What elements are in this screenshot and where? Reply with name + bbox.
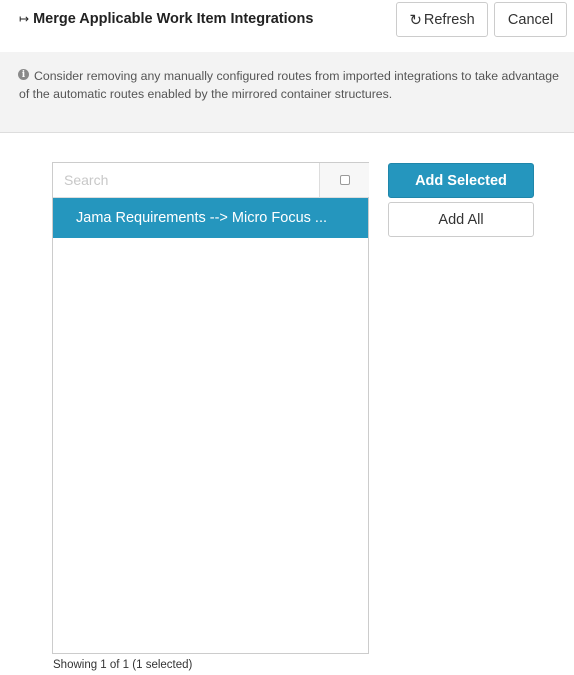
dialog-title-text: Merge Applicable Work Item Integrations: [33, 11, 314, 27]
search-row: [53, 163, 369, 198]
cancel-button[interactable]: Cancel: [494, 2, 567, 37]
add-all-button[interactable]: Add All: [388, 202, 534, 237]
dialog-title: ↦ Merge Applicable Work Item Integration…: [19, 11, 313, 27]
search-input[interactable]: [53, 163, 319, 197]
cancel-label: Cancel: [507, 11, 554, 28]
add-all-label: Add All: [438, 211, 484, 228]
select-all-cell[interactable]: [319, 163, 369, 197]
list-status: Showing 1 of 1 (1 selected): [53, 659, 193, 671]
list-item[interactable]: Jama Requirements --> Micro Focus ...: [53, 198, 368, 238]
refresh-label: Refresh: [423, 11, 475, 28]
info-notice: i Consider removing any manually configu…: [0, 52, 574, 133]
refresh-button[interactable]: ↻ Refresh: [396, 2, 488, 37]
notice-text: Consider removing any manually configure…: [19, 69, 559, 101]
list-item-label: Jama Requirements --> Micro Focus ...: [76, 210, 328, 226]
add-selected-button[interactable]: Add Selected: [388, 163, 534, 198]
refresh-icon: ↻: [409, 11, 422, 29]
dialog-header: ↦ Merge Applicable Work Item Integration…: [0, 0, 574, 42]
integration-list: Jama Requirements --> Micro Focus ...: [52, 162, 369, 654]
merge-icon: ↦: [19, 12, 30, 26]
add-selected-label: Add Selected: [415, 172, 507, 189]
select-all-checkbox[interactable]: [339, 175, 350, 185]
